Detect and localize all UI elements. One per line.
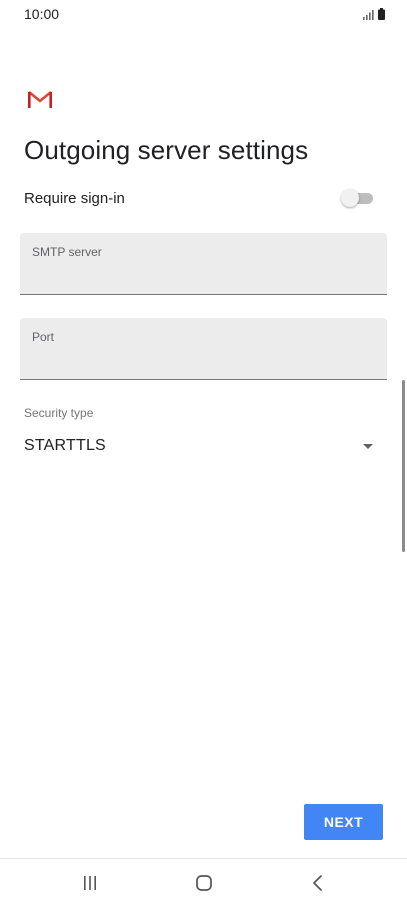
status-icons	[363, 8, 385, 20]
back-icon	[313, 875, 322, 891]
home-button[interactable]	[189, 871, 219, 895]
back-button[interactable]	[303, 871, 333, 895]
security-type-value: STARTTLS	[24, 437, 106, 454]
scrollbar[interactable]	[402, 380, 405, 552]
require-signin-label: Require sign-in	[24, 189, 125, 207]
status-time: 10:00	[24, 6, 60, 22]
status-bar: 10:00	[0, 0, 407, 30]
smtp-server-field[interactable]: SMTP server	[20, 233, 387, 295]
gmail-logo	[28, 90, 52, 108]
recent-apps-button[interactable]	[75, 871, 105, 895]
signal-icon	[363, 10, 374, 20]
next-button[interactable]: NEXT	[304, 804, 383, 840]
home-icon	[196, 875, 212, 891]
recent-apps-icon	[84, 876, 96, 890]
require-signin-row: Require sign-in	[24, 186, 373, 210]
port-label: Port	[32, 330, 55, 344]
battery-icon	[378, 8, 385, 20]
security-type-dropdown[interactable]: STARTTLS	[24, 432, 373, 460]
navigation-bar	[0, 858, 407, 907]
require-signin-toggle[interactable]	[341, 188, 373, 208]
port-field[interactable]: Port	[20, 318, 387, 380]
security-type-label: Security type	[24, 406, 94, 420]
toggle-thumb	[341, 189, 359, 207]
smtp-server-label: SMTP server	[32, 245, 102, 259]
page-title: Outgoing server settings	[24, 135, 309, 165]
dropdown-arrow-icon	[363, 443, 373, 449]
